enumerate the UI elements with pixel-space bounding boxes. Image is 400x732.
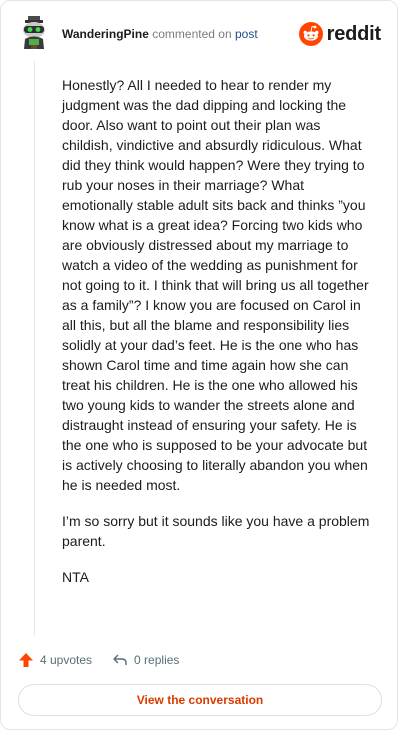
snoo-avatar-icon[interactable]	[19, 15, 49, 51]
post-link[interactable]: post	[235, 27, 258, 41]
commented-on-text: commented on	[152, 27, 232, 41]
reply-arrow-icon	[113, 654, 127, 665]
upvote-button[interactable]: 4 upvotes	[18, 652, 92, 668]
upvote-count: 4 upvotes	[40, 653, 93, 667]
comment-embed-card: WanderingPine commented on post reddit H…	[0, 0, 398, 730]
comment-paragraph: Honestly? All I needed to hear to render…	[62, 77, 369, 493]
thread-line	[34, 61, 35, 636]
upvote-arrow-icon	[19, 653, 33, 667]
username-link[interactable]: WanderingPine	[62, 27, 149, 41]
comment-paragraph: NTA	[62, 569, 89, 585]
comment-actions: 4 upvotes 0 replies	[18, 649, 199, 671]
view-conversation-button[interactable]: View the conversation	[18, 684, 382, 716]
reddit-wordmark: reddit	[326, 22, 382, 45]
comment-paragraph: I’m so sorry but it sounds like you have…	[62, 513, 370, 549]
reply-count: 0 replies	[134, 653, 180, 667]
reddit-logo[interactable]: reddit	[298, 21, 382, 47]
comment-meta: WanderingPine commented on post	[62, 27, 258, 41]
comment-body: Honestly? All I needed to hear to render…	[62, 75, 374, 603]
reddit-alien-icon	[298, 22, 323, 46]
reply-button[interactable]: 0 replies	[112, 652, 179, 668]
comment-header: WanderingPine commented on post reddit	[19, 15, 381, 55]
